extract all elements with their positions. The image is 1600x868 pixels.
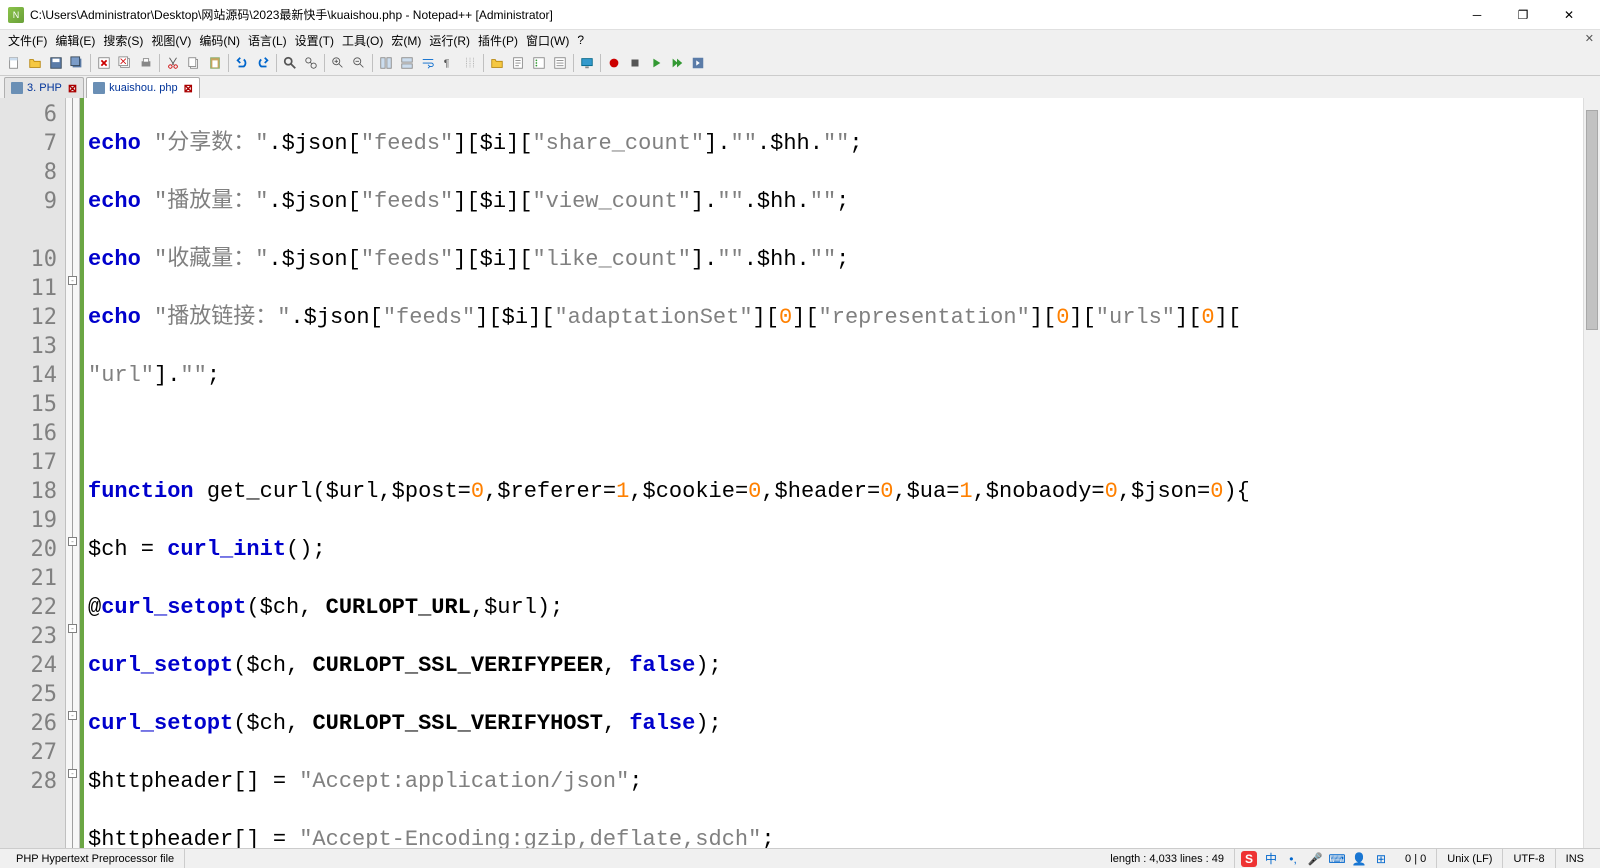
record-macro-button[interactable]: [604, 53, 624, 73]
toolbar-separator: [573, 54, 574, 72]
toolbar-separator: [276, 54, 277, 72]
ime-tray: S 中 •, 🎤 ⌨ 👤 ⊞: [1235, 851, 1395, 867]
toolbar-separator: [483, 54, 484, 72]
tab-close-icon[interactable]: ⊠: [68, 82, 77, 95]
stop-macro-button[interactable]: [625, 53, 645, 73]
tab-close-icon[interactable]: ⊠: [184, 82, 193, 95]
tab-3php[interactable]: 3. PHP⊠: [4, 77, 84, 98]
menu-file[interactable]: 文件(F): [4, 31, 51, 50]
menu-settings[interactable]: 设置(T): [291, 31, 338, 50]
toolbar: ¶: [0, 50, 1600, 76]
replace-button[interactable]: [301, 53, 321, 73]
new-file-button[interactable]: [4, 53, 24, 73]
menu-view[interactable]: 视图(V): [147, 31, 195, 50]
close-all-button[interactable]: [115, 53, 135, 73]
fold-gutter: - - - - -: [66, 98, 80, 848]
menu-plugins[interactable]: 插件(P): [474, 31, 522, 50]
redo-button[interactable]: [253, 53, 273, 73]
copy-button[interactable]: [184, 53, 204, 73]
doc-list-button[interactable]: [550, 53, 570, 73]
indent-guide-button[interactable]: [460, 53, 480, 73]
fold-box-icon[interactable]: -: [68, 276, 77, 285]
status-pos: 0 | 0: [1395, 849, 1437, 868]
fold-box-icon[interactable]: -: [68, 769, 77, 778]
menu-encoding[interactable]: 编码(N): [195, 31, 244, 50]
open-file-button[interactable]: [25, 53, 45, 73]
line-number-gutter: 6789 10111213141516171819202122232425262…: [0, 98, 66, 848]
keyboard-icon[interactable]: ⌨: [1329, 851, 1345, 867]
php-icon: [11, 82, 23, 94]
grid-icon[interactable]: ⊞: [1373, 851, 1389, 867]
toolbar-separator: [228, 54, 229, 72]
status-encoding: UTF-8: [1503, 849, 1555, 868]
print-button[interactable]: [136, 53, 156, 73]
tab-bar: 3. PHP⊠ kuaishou. php⊠: [0, 76, 1600, 98]
editor-area[interactable]: 6789 10111213141516171819202122232425262…: [0, 98, 1600, 848]
toolbar-separator: [324, 54, 325, 72]
zoom-out-button[interactable]: [349, 53, 369, 73]
paste-button[interactable]: [205, 53, 225, 73]
app-icon: N: [8, 7, 24, 23]
menubar-close-icon[interactable]: ✕: [1585, 32, 1594, 45]
save-macro-button[interactable]: [688, 53, 708, 73]
minimize-button[interactable]: ─: [1454, 0, 1500, 30]
person-icon[interactable]: 👤: [1351, 851, 1367, 867]
menu-macro[interactable]: 宏(M): [387, 31, 425, 50]
svg-text:¶: ¶: [444, 57, 450, 69]
monitor-button[interactable]: [577, 53, 597, 73]
wrap-button[interactable]: [418, 53, 438, 73]
sync-h-button[interactable]: [397, 53, 417, 73]
find-button[interactable]: [280, 53, 300, 73]
cut-button[interactable]: [163, 53, 183, 73]
close-file-button[interactable]: [94, 53, 114, 73]
mic-icon[interactable]: 🎤: [1307, 851, 1323, 867]
php-icon: [93, 82, 105, 94]
status-bar: PHP Hypertext Preprocessor file length :…: [0, 848, 1600, 868]
ime-punct-icon[interactable]: •,: [1285, 851, 1301, 867]
menu-tools[interactable]: 工具(O): [338, 31, 387, 50]
menu-language[interactable]: 语言(L): [244, 31, 291, 50]
fold-box-icon[interactable]: -: [68, 624, 77, 633]
doc-map-button[interactable]: [508, 53, 528, 73]
save-all-button[interactable]: [67, 53, 87, 73]
code-content[interactable]: echo "分享数：".$json["feeds"][$i]["share_co…: [84, 98, 1583, 848]
zoom-in-button[interactable]: [328, 53, 348, 73]
title-bar: N C:\Users\Administrator\Desktop\网站源码\20…: [0, 0, 1600, 30]
sync-v-button[interactable]: [376, 53, 396, 73]
sogou-icon[interactable]: S: [1241, 851, 1257, 867]
play-multi-button[interactable]: [667, 53, 687, 73]
toolbar-separator: [600, 54, 601, 72]
func-list-button[interactable]: [529, 53, 549, 73]
tab-kuaishou[interactable]: kuaishou. php⊠: [86, 77, 200, 98]
fold-box-icon[interactable]: -: [68, 537, 77, 546]
window-title: C:\Users\Administrator\Desktop\网站源码\2023…: [30, 6, 1454, 23]
menu-bar: 文件(F) 编辑(E) 搜索(S) 视图(V) 编码(N) 语言(L) 设置(T…: [0, 30, 1600, 50]
undo-button[interactable]: [232, 53, 252, 73]
menu-search[interactable]: 搜索(S): [99, 31, 147, 50]
close-button[interactable]: ✕: [1546, 0, 1592, 30]
status-length: length : 4,033 lines : 49: [1100, 849, 1235, 868]
folder-button[interactable]: [487, 53, 507, 73]
menu-help[interactable]: ?: [573, 32, 588, 48]
ime-lang-icon[interactable]: 中: [1263, 851, 1279, 867]
toolbar-separator: [159, 54, 160, 72]
toolbar-separator: [372, 54, 373, 72]
menu-window[interactable]: 窗口(W): [522, 31, 573, 50]
status-eol: Unix (LF): [1437, 849, 1503, 868]
menu-run[interactable]: 运行(R): [425, 31, 474, 50]
show-all-chars-button[interactable]: ¶: [439, 53, 459, 73]
status-filetype: PHP Hypertext Preprocessor file: [6, 849, 185, 868]
play-macro-button[interactable]: [646, 53, 666, 73]
menu-edit[interactable]: 编辑(E): [51, 31, 99, 50]
scrollbar-thumb[interactable]: [1586, 110, 1598, 330]
maximize-button[interactable]: ❐: [1500, 0, 1546, 30]
fold-box-icon[interactable]: -: [68, 711, 77, 720]
toolbar-separator: [90, 54, 91, 72]
save-button[interactable]: [46, 53, 66, 73]
vertical-scrollbar[interactable]: [1583, 98, 1600, 848]
status-insert-mode: INS: [1556, 849, 1594, 868]
